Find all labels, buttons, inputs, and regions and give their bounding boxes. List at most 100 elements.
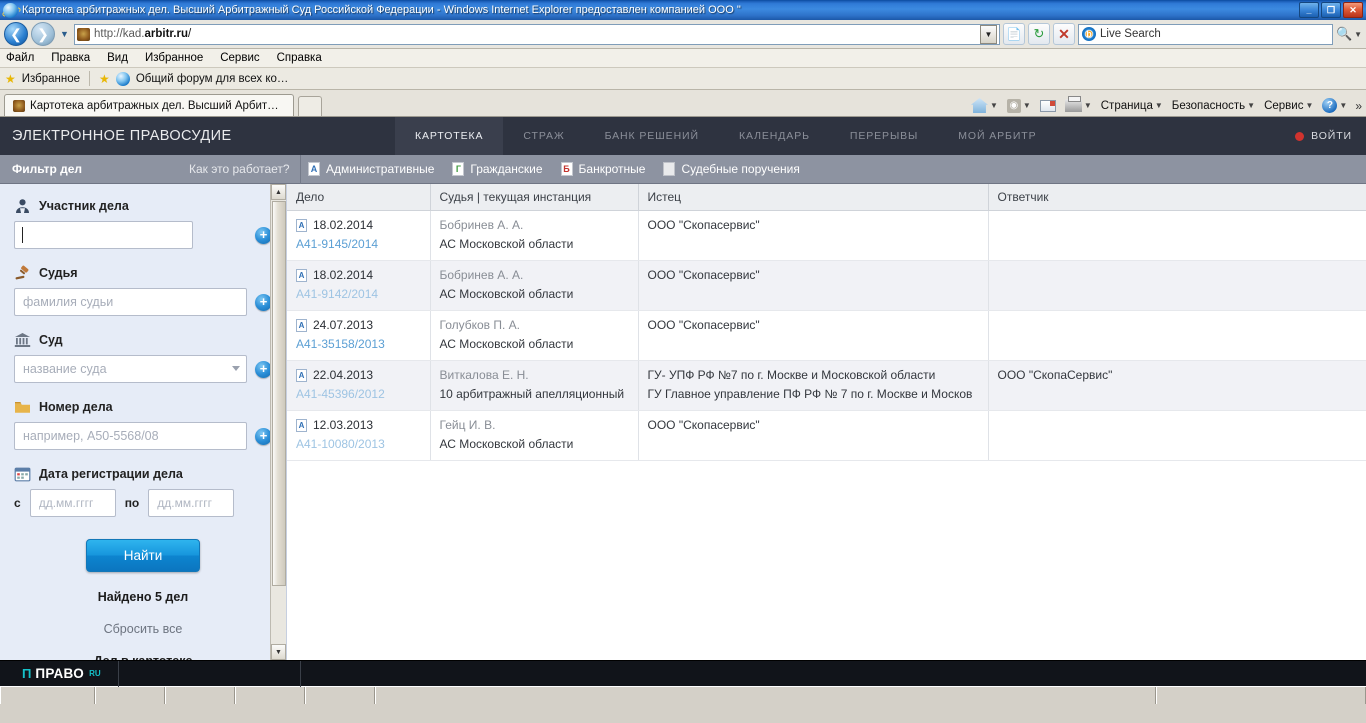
menu-item-favorites[interactable]: Избранное (145, 52, 203, 64)
forward-button[interactable]: ❯ (31, 22, 55, 46)
recent-pages-chevron-down-icon[interactable]: ▼ (58, 29, 71, 39)
cell-defendant: ООО "СкопаСервис" (988, 360, 1366, 411)
scroll-down-button[interactable]: ▼ (271, 644, 286, 660)
star-icon: ★ (5, 71, 16, 86)
stop-icon[interactable]: ✕ (1053, 23, 1075, 45)
page-menu[interactable]: Страница ▼ (1098, 99, 1166, 113)
results-panel: Дело Судья | текущая инстанция Истец Отв… (287, 184, 1366, 660)
search-input[interactable]: b Live Search (1078, 23, 1333, 45)
case-number-field-label: Номер дела (14, 399, 272, 415)
nav-item-bank-resheniy[interactable]: БАНК РЕШЕНИЙ (585, 117, 719, 155)
how-it-works-link[interactable]: Как это работает? (189, 162, 290, 176)
read-mail-button[interactable] (1037, 99, 1059, 113)
category-bankruptcy[interactable]: Б Банкротные (560, 162, 645, 176)
url-dropdown-button[interactable]: ▼ (980, 24, 997, 44)
url-text: http://kad.arbitr.ru/ (94, 28, 976, 40)
chevron-down-icon[interactable]: ▼ (1023, 101, 1031, 110)
menu-item-view[interactable]: Вид (107, 52, 128, 64)
nav-item-pereryvy[interactable]: ПЕРЕРЫВЫ (830, 117, 938, 155)
case-category-tabs: А Административные Г Гражданские Б Банкр… (308, 162, 800, 176)
case-number-link[interactable]: А41-35158/2013 (296, 337, 421, 351)
scroll-up-button[interactable]: ▲ (271, 184, 286, 200)
browser-tab[interactable]: Картотека арбитражных дел. Высший Арбитр… (4, 94, 294, 116)
participant-input[interactable] (14, 221, 193, 249)
nav-item-kalendar[interactable]: КАЛЕНДАРЬ (719, 117, 830, 155)
compatibility-view-icon[interactable]: 📄 (1003, 23, 1025, 45)
court-select-input[interactable] (14, 355, 247, 383)
case-number-link[interactable]: А41-10080/2013 (296, 437, 421, 451)
cell-defendant (988, 310, 1366, 361)
pravo-logo-text: ПРАВО (35, 666, 85, 681)
table-header-row: Дело Судья | текущая инстанция Истец Отв… (287, 184, 1366, 211)
menu-item-file[interactable]: Файл (6, 52, 34, 64)
column-header-defendant[interactable]: Ответчик (988, 184, 1366, 211)
feeds-button[interactable]: ◉ ▼ (1004, 98, 1034, 114)
login-button[interactable]: ВОЙТИ (1295, 117, 1352, 155)
category-judicial-orders[interactable]: Судебные поручения (663, 162, 800, 176)
case-number-link[interactable]: А41-9145/2014 (296, 237, 421, 251)
cell-case: А 18.02.2014 А41-9145/2014 (287, 210, 431, 261)
case-number-input[interactable] (14, 422, 247, 450)
date-to-label: по (124, 496, 140, 510)
overflow-chevrons-icon[interactable]: » (1353, 99, 1362, 113)
url-bar[interactable]: http://kad.arbitr.ru/ ▼ (74, 23, 1000, 45)
help-menu[interactable]: ? ▼ (1319, 97, 1350, 114)
judge-input[interactable] (14, 288, 247, 316)
table-row[interactable]: А 22.04.2013 А41-45396/2012 Виткалова Е.… (287, 360, 1366, 411)
restore-button[interactable]: ❐ (1321, 2, 1341, 18)
menu-item-edit[interactable]: Правка (51, 52, 90, 64)
minimize-button[interactable]: _ (1299, 2, 1319, 18)
case-number-link[interactable]: А41-9142/2014 (296, 287, 421, 301)
menu-item-tools[interactable]: Сервис (220, 52, 259, 64)
case-number-link[interactable]: А41-45396/2012 (296, 387, 421, 401)
tab-favicon-icon (13, 99, 25, 112)
scrollbar-thumb[interactable] (272, 201, 286, 586)
table-row[interactable]: А 18.02.2014 А41-9145/2014 Бобринев А. А… (287, 210, 1366, 261)
field-label-text: Дата регистрации дела (39, 467, 183, 481)
table-row[interactable]: А 18.02.2014 А41-9142/2014 Бобринев А. А… (287, 260, 1366, 311)
nav-item-kartoteka[interactable]: КАРТОТЕКА (395, 117, 504, 155)
status-cell (0, 687, 95, 704)
table-row[interactable]: А 24.07.2013 А41-35158/2013 Голубков П. … (287, 310, 1366, 361)
divider (89, 71, 91, 86)
category-administrative[interactable]: А Административные (308, 162, 434, 176)
print-button[interactable]: ▼ (1062, 96, 1095, 113)
add-to-favorites-icon[interactable]: ★ (99, 72, 110, 86)
date-from-input[interactable] (29, 489, 116, 517)
chevron-down-icon[interactable]: ▼ (990, 101, 998, 110)
date-to-input[interactable] (148, 489, 235, 517)
court-instance: АС Московской области (439, 337, 574, 351)
favorite-link[interactable]: Общий форум для всех ко… (136, 73, 289, 85)
column-header-case[interactable]: Дело (287, 184, 431, 211)
reset-all-link[interactable]: Сбросить все (14, 622, 272, 636)
document-type-icon: А (296, 418, 307, 432)
refresh-icon[interactable]: ↻ (1028, 23, 1050, 45)
case-date: 18.02.2014 (313, 218, 374, 232)
column-header-plaintiff[interactable]: Истец (638, 184, 989, 211)
window-title: Картотека арбитражных дел. Высший Арбитр… (22, 4, 741, 16)
nav-item-moy-arbitr[interactable]: МОЙ АРБИТР (938, 117, 1056, 155)
column-header-judge[interactable]: Судья | текущая инстанция (430, 184, 639, 211)
status-cell (375, 687, 1156, 704)
sidebar-scrollbar[interactable]: ▲ ▼ (270, 184, 286, 660)
security-menu[interactable]: Безопасность ▼ (1169, 99, 1258, 113)
nav-item-strazh[interactable]: СТРАЖ (503, 117, 584, 155)
favorites-button-label[interactable]: Избранное (22, 73, 80, 85)
judge-field-label: Судья (14, 265, 272, 281)
category-civil[interactable]: Г Гражданские (452, 162, 543, 176)
chevron-down-icon[interactable]: ▼ (1084, 101, 1092, 110)
chevron-down-icon[interactable] (232, 366, 240, 371)
close-button[interactable]: ✕ (1343, 2, 1363, 18)
tools-menu[interactable]: Сервис ▼ (1261, 99, 1316, 113)
search-go-button[interactable]: 🔍 ▼ (1336, 23, 1362, 46)
home-button[interactable]: ▼ (968, 97, 1001, 114)
favorites-bar: ★ Избранное ★ Общий форум для всех ко… (0, 68, 1366, 90)
menu-item-help[interactable]: Справка (277, 52, 322, 64)
new-tab-button[interactable] (298, 96, 322, 116)
search-button[interactable]: Найти (86, 539, 200, 572)
chevron-down-icon: ▼ (1339, 101, 1348, 110)
back-button[interactable]: ❮ (4, 22, 28, 46)
cell-case: А 12.03.2013 А41-10080/2013 (287, 410, 431, 461)
pravo-logo[interactable]: Π ПРАВО RU (0, 666, 101, 681)
table-row[interactable]: А 12.03.2013 А41-10080/2013 Гейц И. В. А… (287, 410, 1366, 461)
